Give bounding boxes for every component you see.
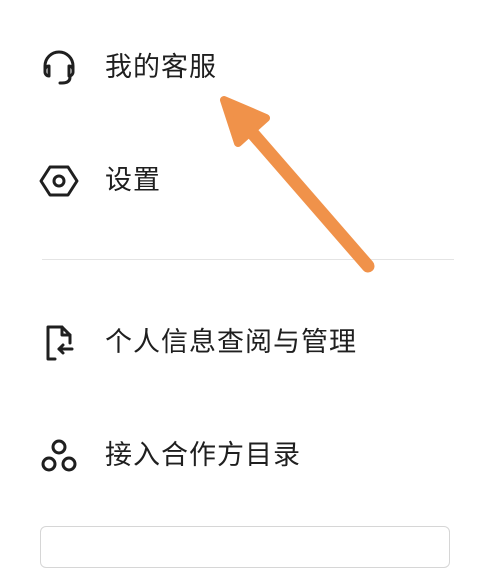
menu-item-label: 设置	[105, 165, 161, 196]
menu-item-label: 接入合作方目录	[105, 440, 301, 471]
menu-item-label: 我的客服	[105, 52, 217, 83]
headset-icon	[39, 48, 79, 88]
menu-item-label: 个人信息查阅与管理	[105, 327, 357, 358]
section-divider	[42, 259, 454, 260]
document-return-icon	[39, 323, 79, 363]
menu-item-personal-info[interactable]: 个人信息查阅与管理	[0, 303, 500, 383]
three-circles-icon	[39, 436, 79, 476]
menu-item-customer-service[interactable]: 我的客服	[0, 28, 500, 108]
menu-item-settings[interactable]: 设置	[0, 141, 500, 221]
menu-item-partner-directory[interactable]: 接入合作方目录	[0, 416, 500, 496]
bottom-card[interactable]	[40, 526, 450, 568]
hexagon-settings-icon	[39, 161, 79, 201]
